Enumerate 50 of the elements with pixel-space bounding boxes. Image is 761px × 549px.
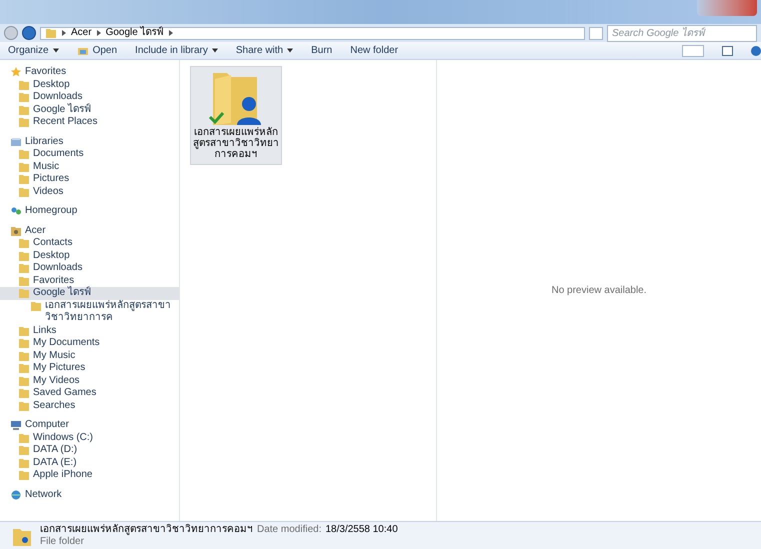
nav-item[interactable]: Music [0, 160, 179, 173]
nav-group[interactable]: Favorites [0, 66, 179, 78]
nav-item[interactable]: Links [0, 324, 179, 337]
nav-item[interactable]: Desktop [0, 250, 179, 262]
nav-group[interactable]: Network [0, 488, 179, 501]
nav-item[interactable]: My Pictures [0, 362, 179, 374]
search-field[interactable]: Search Google ไดรฟ์ [607, 24, 757, 42]
nav-item[interactable]: Google ไดรฟ์ [0, 287, 179, 300]
nav-item[interactable]: My Videos [0, 374, 179, 387]
nav-item[interactable]: My Documents [0, 337, 179, 350]
preview-message: No preview available. [551, 284, 647, 298]
file-name[interactable]: การคอมฯ [214, 149, 258, 160]
breadcrumb[interactable]: Acer [71, 28, 92, 38]
file-tile[interactable]: เอกสารเผยแพร่หลัก สูตรสาขาวิชาวิทยา การคอมฯ [190, 66, 282, 165]
file-name[interactable]: เอกสารเผยแพร่หลัก [194, 127, 278, 138]
nav-item[interactable]: Documents [0, 148, 179, 160]
date-value: 18/3/2558 10:40 [325, 524, 398, 536]
nav-item[interactable]: Videos [0, 186, 179, 198]
nav-item[interactable]: เอกสารเผยแพร่หลักสูตรสาขาวิชาวิทยาการค [0, 300, 179, 324]
nav-item[interactable]: DATA (D:) [0, 444, 179, 456]
nav-item[interactable]: Desktop [0, 78, 179, 91]
file-name: เอกสารเผยแพร่หลักสูตรสาขาวิชาวิทยาการคอมฯ [40, 524, 253, 536]
nav-group[interactable]: Homegroup [0, 205, 179, 218]
toolbar-button[interactable]: Include in library [135, 46, 218, 56]
file-name[interactable]: สูตรสาขาวิชาวิทยา [193, 138, 279, 149]
nav-item[interactable]: Downloads [0, 91, 179, 104]
nav-group[interactable]: Acer [0, 224, 179, 237]
toolbar-button[interactable]: Share with [236, 46, 294, 56]
nav-item[interactable]: Recent Places [0, 116, 179, 128]
address-field[interactable]: Acer Google ไดรฟ์ [40, 26, 585, 40]
nav-group[interactable]: Computer [0, 419, 179, 432]
breadcrumb[interactable]: Google ไดรฟ์ [106, 28, 164, 38]
toolbar-button[interactable]: Organize [8, 46, 59, 56]
nav-item[interactable]: Apple iPhone [0, 469, 179, 482]
nav-item[interactable]: Favorites [0, 274, 179, 287]
nav-group[interactable]: Libraries [0, 136, 179, 148]
toolbar-button[interactable]: New folder [350, 46, 398, 56]
nav-item[interactable]: Google ไดรฟ์ [0, 104, 179, 116]
nav-item[interactable]: Windows (C:) [0, 432, 179, 444]
nav-item[interactable]: Saved Games [0, 387, 179, 400]
nav-item[interactable]: DATA (E:) [0, 456, 179, 469]
date-label: Date modified: [257, 524, 322, 536]
nav-item[interactable]: Downloads [0, 262, 179, 274]
nav-item[interactable]: Searches [0, 400, 179, 412]
nav-item[interactable]: Contacts [0, 237, 179, 250]
file-type: File folder [40, 536, 85, 548]
toolbar-button[interactable]: Open [76, 44, 118, 56]
nav-item[interactable]: My Music [0, 350, 179, 362]
toolbar-button[interactable]: Burn [311, 46, 332, 56]
nav-item[interactable]: Pictures [0, 173, 179, 186]
